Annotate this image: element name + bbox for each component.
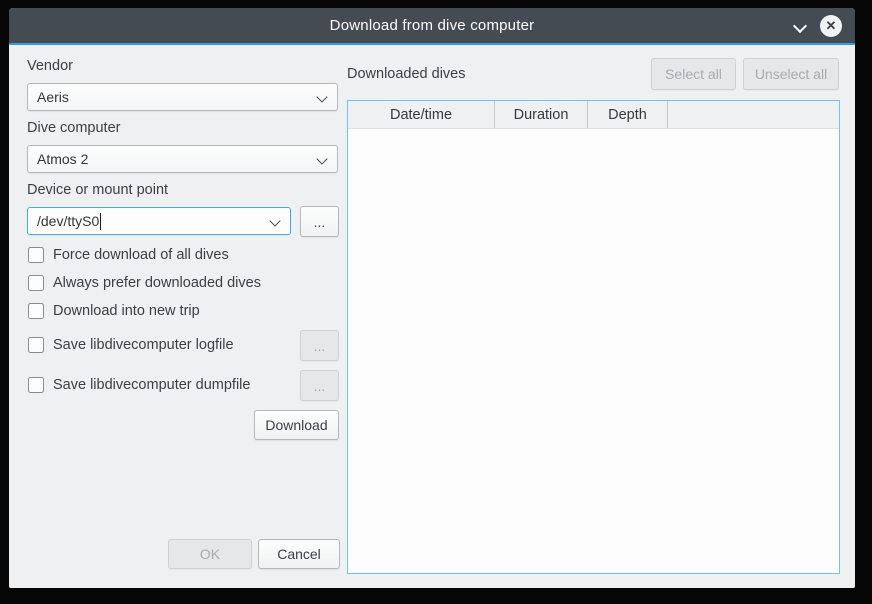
column-header-datetime[interactable]: Date/time xyxy=(348,101,495,128)
unselect-all-button-label: Unselect all xyxy=(755,66,827,82)
device-mount-point-label: Device or mount point xyxy=(27,182,168,198)
save-dumpfile-checkbox-row: Save libdivecomputer dumpfile xyxy=(28,377,250,393)
vendor-select[interactable]: Aeris xyxy=(27,83,338,111)
prefer-downloaded-checkbox-row: Always prefer downloaded dives xyxy=(28,275,261,291)
dumpfile-browse-button[interactable]: ... xyxy=(300,370,339,401)
dive-computer-select[interactable]: Atmos 2 xyxy=(27,145,338,173)
prefer-downloaded-label: Always prefer downloaded dives xyxy=(53,275,261,291)
text-cursor xyxy=(100,213,101,230)
table-header-row: Date/time Duration Depth xyxy=(348,101,839,129)
downloaded-dives-table: Date/time Duration Depth xyxy=(347,100,840,574)
dive-computer-label: Dive computer xyxy=(27,120,120,136)
force-download-checkbox[interactable] xyxy=(28,247,44,263)
ellipsis-icon: ... xyxy=(314,378,326,394)
chevron-down-icon xyxy=(316,153,327,164)
new-trip-label: Download into new trip xyxy=(53,303,200,319)
cancel-button-label: Cancel xyxy=(277,546,321,562)
save-dumpfile-label: Save libdivecomputer dumpfile xyxy=(53,377,250,393)
shade-window-icon[interactable] xyxy=(794,18,805,29)
ellipsis-icon: ... xyxy=(314,214,326,230)
select-all-button[interactable]: Select all xyxy=(651,58,736,90)
save-dumpfile-checkbox[interactable] xyxy=(28,377,44,393)
save-logfile-label: Save libdivecomputer logfile xyxy=(53,337,234,353)
new-trip-checkbox-row: Download into new trip xyxy=(28,303,200,319)
titlebar-controls: ✕ xyxy=(794,8,842,43)
ok-button[interactable]: OK xyxy=(168,539,252,569)
column-header-duration[interactable]: Duration xyxy=(495,101,588,128)
vendor-selected-value: Aeris xyxy=(37,89,69,105)
select-all-button-label: Select all xyxy=(665,66,722,82)
titlebar[interactable]: Download from dive computer ✕ xyxy=(9,8,855,45)
ellipsis-icon: ... xyxy=(314,338,326,354)
logfile-browse-button[interactable]: ... xyxy=(300,330,339,361)
download-button[interactable]: Download xyxy=(254,410,339,440)
chevron-down-icon xyxy=(316,91,327,102)
save-logfile-checkbox-row: Save libdivecomputer logfile xyxy=(28,337,234,353)
vendor-label: Vendor xyxy=(27,58,73,74)
device-mount-point-input[interactable]: /dev/ttyS0 xyxy=(27,207,291,235)
ok-button-label: OK xyxy=(200,546,220,562)
dive-computer-selected-value: Atmos 2 xyxy=(37,151,88,167)
device-browse-button[interactable]: ... xyxy=(300,206,339,237)
download-button-label: Download xyxy=(265,417,327,433)
new-trip-checkbox[interactable] xyxy=(28,303,44,319)
force-download-checkbox-row: Force download of all dives xyxy=(28,247,229,263)
force-download-label: Force download of all dives xyxy=(53,247,229,263)
cancel-button[interactable]: Cancel xyxy=(258,539,340,569)
close-icon[interactable]: ✕ xyxy=(820,15,842,37)
column-header-extra[interactable] xyxy=(668,101,839,128)
download-dialog-window: Download from dive computer ✕ Vendor Aer… xyxy=(9,8,855,588)
prefer-downloaded-checkbox[interactable] xyxy=(28,275,44,291)
downloaded-dives-label: Downloaded dives xyxy=(347,66,466,82)
chevron-down-icon xyxy=(269,215,280,226)
desktop-background: { "accent_color": "#3daee9", "titlebar_c… xyxy=(0,0,872,604)
window-title: Download from dive computer xyxy=(330,17,535,34)
save-logfile-checkbox[interactable] xyxy=(28,337,44,353)
column-header-depth[interactable]: Depth xyxy=(588,101,668,128)
unselect-all-button[interactable]: Unselect all xyxy=(743,58,839,90)
device-mount-point-value: /dev/ttyS0 xyxy=(37,213,99,229)
